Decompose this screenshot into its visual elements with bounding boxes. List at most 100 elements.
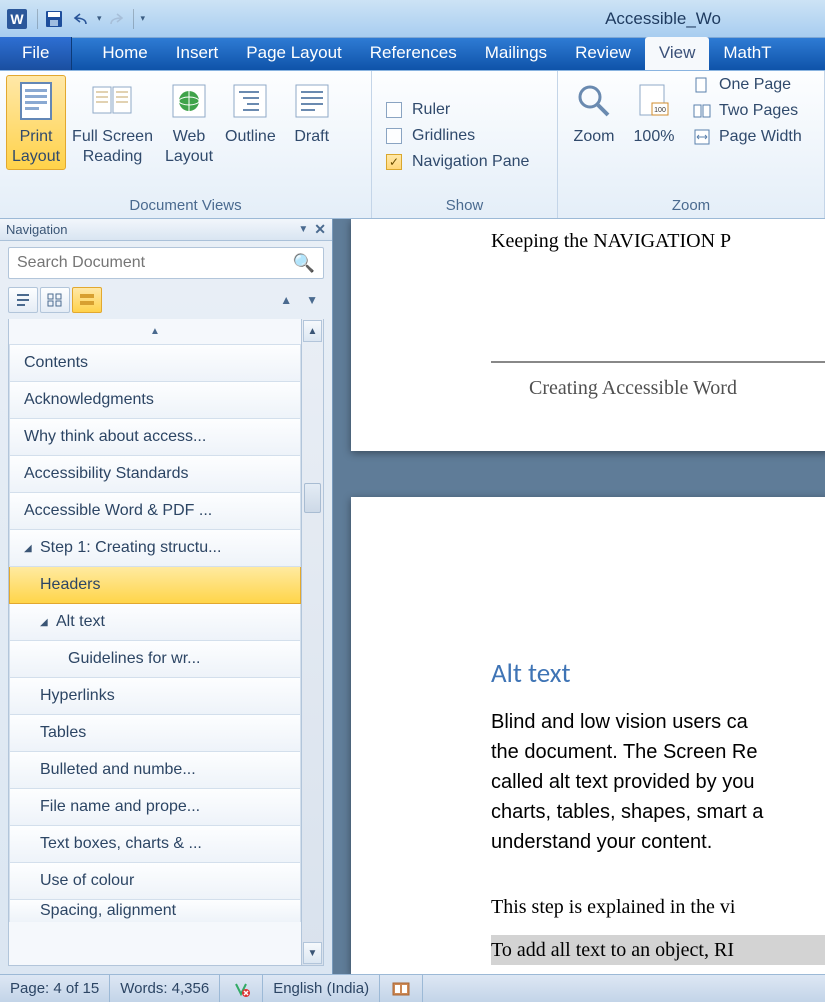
two-pages-label: Two Pages [719,102,798,120]
navigation-search-input[interactable] [17,254,293,272]
navigation-pane-menu-icon[interactable]: ▼ [298,224,308,235]
nav-tree-item-label: Acknowledgments [24,391,154,409]
zoom-label: Zoom [574,127,615,147]
nav-tree-item-label: Accessibility Standards [24,465,189,483]
nav-tree-item[interactable]: Why think about access... [9,419,301,456]
nav-tree-item-label: Alt text [56,613,105,631]
nav-tree-item-label: Hyperlinks [40,687,115,705]
scroll-up-icon[interactable]: ▲ [303,320,322,342]
nav-tree-item-label: Text boxes, charts & ... [40,835,202,853]
nav-tab-headings[interactable] [8,287,38,313]
nav-tree-item[interactable]: Headers [9,567,301,604]
navigation-pane-label: Navigation Pane [412,153,529,171]
nav-tree-item[interactable]: Bulleted and numbe... [9,752,301,789]
status-words[interactable]: Words: 4,356 [110,975,220,1002]
full-screen-reading-label: Full Screen Reading [72,127,153,167]
ribbon-group-zoom: Zoom 100 100% One Page Two Pages Page Wi… [558,71,825,218]
tab-page-layout[interactable]: Page Layout [232,37,355,70]
nav-tree-item[interactable]: ◢Step 1: Creating structu... [9,530,301,567]
nav-tree-item[interactable]: Accessibility Standards [9,456,301,493]
navigation-tree: ▲ Contents Acknowledgments Why think about… [9,319,301,965]
page-width-label: Page Width [719,128,802,146]
one-page-icon [692,75,712,95]
web-layout-icon [165,79,213,123]
outline-button[interactable]: Outline [219,75,282,150]
status-language[interactable]: English (India) [263,975,380,1002]
status-proofing[interactable] [220,975,263,1002]
nav-tab-results[interactable] [72,287,102,313]
tab-insert[interactable]: Insert [162,37,233,70]
document-area[interactable]: Keeping the NAVIGATION P Creating Access… [333,219,825,974]
draft-icon [288,79,336,123]
nav-prev-icon[interactable]: ▲ [280,293,292,307]
nav-tree-item[interactable]: Guidelines for wr... [9,641,301,678]
tree-jump-to-top[interactable]: ▲ [9,319,301,345]
one-page-button[interactable]: One Page [692,75,802,95]
navigation-scrollbar[interactable]: ▲ ▼ [301,319,323,965]
tab-review[interactable]: Review [561,37,645,70]
page-width-button[interactable]: Page Width [692,127,802,147]
doc-paragraph-highlighted: To add all text to an object, RI [491,935,825,965]
zoom-button[interactable]: Zoom [564,75,624,150]
search-icon[interactable]: 🔍 [293,253,315,274]
status-read-mode[interactable] [380,975,423,1002]
nav-tree-item[interactable]: Contents [9,345,301,382]
tab-view[interactable]: View [645,37,710,70]
navigation-pane-checkbox[interactable]: ✓Navigation Pane [386,153,543,171]
draft-button[interactable]: Draft [282,75,342,150]
titlebar: W ▾ ▾ Accessible_Wo [0,0,825,38]
nav-tree-item-label: Why think about access... [24,428,206,446]
two-pages-button[interactable]: Two Pages [692,101,802,121]
redo-icon[interactable] [102,6,128,32]
print-layout-button[interactable]: Print Layout [6,75,66,170]
nav-next-icon[interactable]: ▼ [306,293,318,307]
proofing-icon [230,978,252,1000]
zoom-100-button[interactable]: 100 100% [624,75,684,150]
word-app-icon[interactable]: W [4,6,30,32]
document-page-prev: Keeping the NAVIGATION P Creating Access… [351,219,825,451]
full-screen-reading-button[interactable]: Full Screen Reading [66,75,159,170]
one-page-label: One Page [719,76,791,94]
nav-tree-item-label: Step 1: Creating structu... [40,539,221,557]
page-width-icon [692,127,712,147]
nav-tab-pages[interactable] [40,287,70,313]
nav-tree-item[interactable]: Tables [9,715,301,752]
nav-tree-item[interactable]: Text boxes, charts & ... [9,826,301,863]
nav-tree-item[interactable]: Accessible Word & PDF ... [9,493,301,530]
nav-tree-item-label: Tables [40,724,86,742]
undo-icon[interactable] [69,6,95,32]
scroll-track[interactable] [302,343,323,941]
print-layout-label: Print Layout [12,127,60,167]
ruler-checkbox[interactable]: Ruler [386,101,543,119]
nav-tree-item[interactable]: Hyperlinks [9,678,301,715]
outline-label: Outline [225,127,276,147]
tab-references[interactable]: References [356,37,471,70]
nav-tree-item[interactable]: Use of colour [9,863,301,900]
nav-tree-item[interactable]: Acknowledgments [9,382,301,419]
show-group-label: Show [378,196,551,216]
gridlines-label: Gridlines [412,127,475,145]
tab-file[interactable]: File [0,37,72,70]
nav-tree-item[interactable]: File name and prope... [9,789,301,826]
svg-text:W: W [10,11,24,27]
draft-label: Draft [294,127,329,147]
tab-mathtype[interactable]: MathT [709,37,785,70]
save-icon[interactable] [41,6,67,32]
web-layout-label: Web Layout [165,127,213,167]
web-layout-button[interactable]: Web Layout [159,75,219,170]
tab-home[interactable]: Home [88,37,161,70]
scroll-down-icon[interactable]: ▼ [303,942,322,964]
nav-tree-item[interactable]: ◢Alt text [9,604,301,641]
tab-mailings[interactable]: Mailings [471,37,561,70]
navigation-search[interactable]: 🔍 [8,247,324,279]
gridlines-checkbox[interactable]: Gridlines [386,127,543,145]
navigation-pane-close-icon[interactable]: ✕ [314,221,326,238]
print-layout-icon [12,79,60,123]
nav-tree-item[interactable]: Spacing, alignment [9,900,301,922]
outline-icon [226,79,274,123]
ruler-label: Ruler [412,101,450,119]
scroll-thumb[interactable] [304,483,321,513]
navigation-tabs: ▲ ▼ [8,287,324,313]
document-views-group-label: Document Views [6,196,365,216]
status-page[interactable]: Page: 4 of 15 [0,975,110,1002]
